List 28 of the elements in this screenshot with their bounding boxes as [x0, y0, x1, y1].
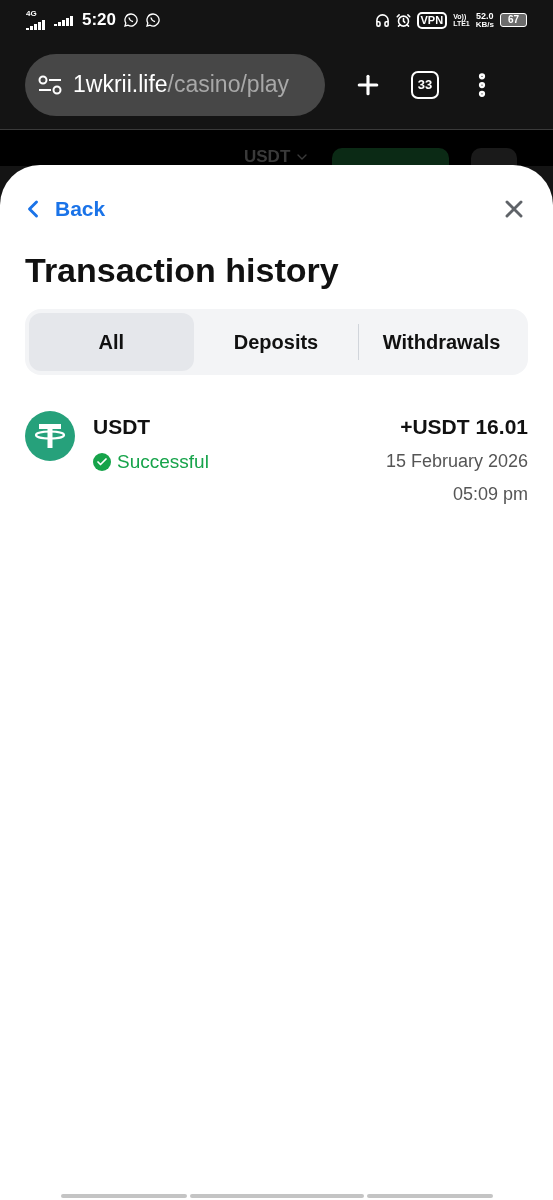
chat-bubble-icon [124, 13, 139, 27]
alarm-icon [395, 12, 411, 28]
chat-bubble-icon [146, 13, 161, 27]
speed-unit: KB/s [475, 20, 494, 29]
vpn-indicator: VPN [416, 11, 448, 29]
signal-icon [54, 14, 74, 26]
currency-name: USDT [93, 413, 152, 440]
currency-selector: USDT [244, 148, 311, 165]
network-speed: 52.0 [476, 11, 494, 21]
tether-coin-icon [25, 410, 75, 461]
filter-tab[interactable]: All [29, 312, 194, 371]
address-bar[interactable]: 1wkrii.life/casino/play [25, 53, 325, 116]
site-settings-icon[interactable] [37, 73, 63, 96]
tab-count-button[interactable]: 33 [411, 70, 439, 99]
status-label: Successful [93, 448, 386, 477]
back-button[interactable]: Back [25, 193, 106, 225]
headphones-icon [374, 12, 390, 28]
clock: 5:20 [82, 9, 117, 32]
network-type: 4G [26, 10, 37, 18]
sheet-title: Transaction history [25, 252, 340, 287]
transaction-amount: +USDT 16.01 [400, 413, 528, 440]
filter-tab[interactable]: Withdrawals [359, 312, 524, 371]
filter-tab[interactable]: Deposits [193, 312, 359, 371]
signal-icon [26, 18, 46, 30]
url-text: 1wkrii.life/casino/play [73, 70, 290, 100]
transaction-time: 05:09 pm [452, 483, 528, 506]
battery-indicator: 67 [500, 13, 527, 27]
transaction-date: 15 February 2026 [385, 450, 528, 473]
